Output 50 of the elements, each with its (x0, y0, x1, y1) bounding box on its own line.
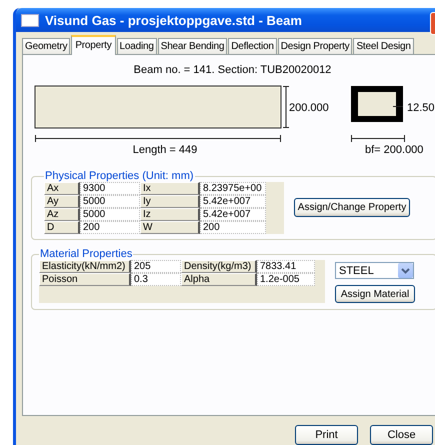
property-value: 205 (131, 260, 181, 273)
window-icon (21, 14, 39, 26)
property-label: Alpha (181, 273, 257, 286)
chevron-down-icon[interactable] (398, 263, 413, 278)
tab[interactable]: Steel Design (353, 38, 414, 54)
property-label: Ix (140, 182, 200, 195)
tab[interactable]: Property (71, 35, 116, 55)
beam-caption: Beam no. = 141. Section: TUB20020012 (132, 64, 332, 77)
property-value: 8.23975e+00 (200, 182, 266, 195)
assign-material-button[interactable]: Assign Material (335, 285, 415, 303)
width-label: bf= 200.000 (365, 144, 424, 156)
dimension-line (282, 86, 290, 128)
property-label: Poisson (39, 273, 131, 286)
property-label: Iy (140, 195, 200, 208)
property-value: 7833.41 (257, 260, 315, 273)
property-value: 5.42e+007 (200, 208, 266, 221)
tab[interactable]: Design Property (278, 38, 352, 54)
dimension-line (350, 134, 406, 142)
property-value: 5000 (80, 195, 140, 208)
tab[interactable]: Geometry (22, 38, 70, 54)
property-value: 0.3 (131, 273, 181, 286)
material-dropdown[interactable]: STEEL (335, 262, 414, 279)
group-title: Material Properties (39, 248, 134, 260)
property-value: 5.42e+007 (200, 195, 266, 208)
tab[interactable]: Deflection (228, 38, 277, 54)
property-label: Az (44, 208, 80, 221)
property-value: 1.2e-005 (257, 273, 315, 286)
tab[interactable]: Loading (116, 38, 157, 54)
property-label: Iz (140, 208, 200, 221)
property-value: 200 (80, 221, 140, 234)
group-title: Physical Properties (Unit: mm) (44, 170, 195, 182)
property-label: W (140, 221, 200, 234)
dialog-button[interactable]: Print (295, 425, 358, 445)
property-value: 5000 (80, 208, 140, 221)
thickness-label: 12.50 (407, 102, 435, 114)
tab[interactable]: Shear Bending (158, 38, 228, 54)
property-label: Elasticity(kN/mm2) (39, 260, 131, 273)
property-label: Ax (44, 182, 80, 195)
depth-label: 200.000 (289, 102, 329, 114)
length-label: Length = 449 (132, 144, 198, 156)
dialog-button[interactable]: Close (370, 425, 433, 445)
property-value: 200 (200, 221, 266, 234)
property-label: Density(kg/m3) (181, 260, 257, 273)
property-label: Ay (44, 195, 80, 208)
property-value: 9300 (80, 182, 140, 195)
dropdown-value: STEEL (339, 264, 374, 276)
property-label: D (44, 221, 80, 234)
window-title: Visund Gas - prosjektoppgave.std - Beam (45, 12, 302, 28)
assign-property-button[interactable]: Assign/Change Property (294, 198, 410, 217)
section-drawing (351, 86, 404, 122)
